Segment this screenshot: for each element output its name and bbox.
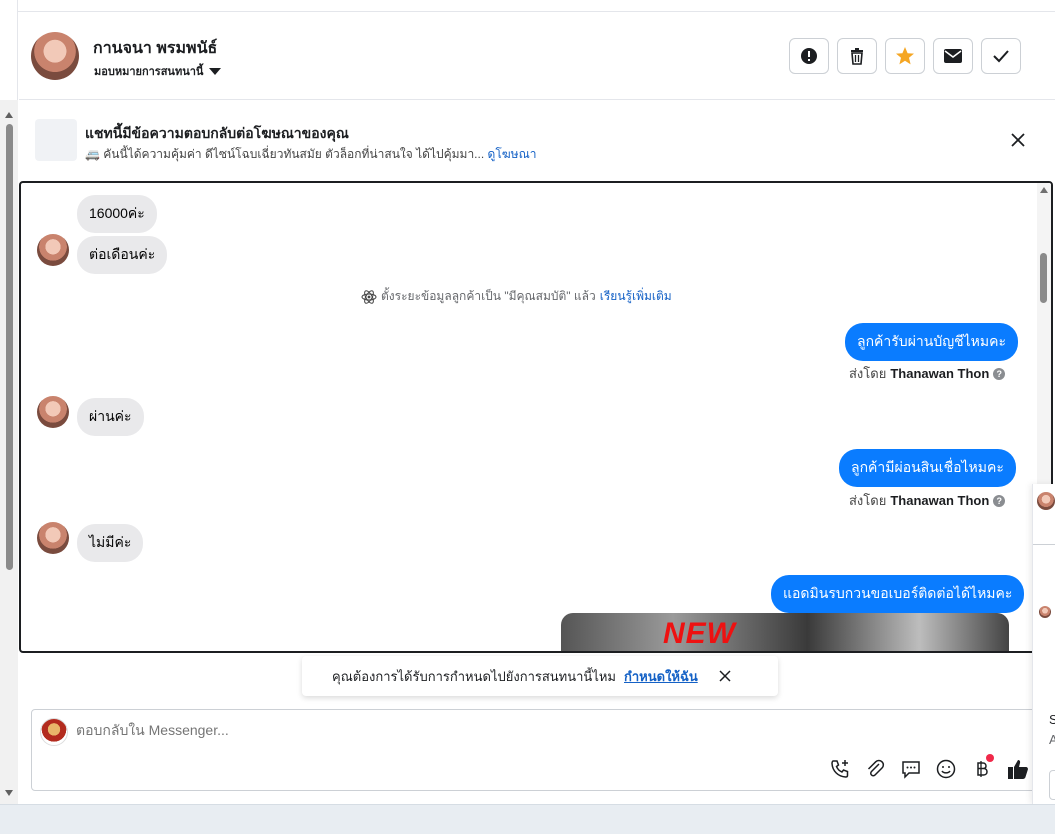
ad-banner-title: แชทนี้มีข้อความตอบกลับต่อโฆษณาของคุณ	[85, 125, 349, 141]
atom-icon	[361, 289, 377, 304]
phone-plus-icon	[831, 760, 849, 778]
contact-avatar[interactable]	[31, 32, 79, 80]
outgoing-message[interactable]: ลูกค้ามีผ่อนสินเชื่อไหมคะ	[839, 449, 1016, 487]
help-icon[interactable]: ?	[993, 494, 1006, 507]
ad-reply-banner: แชทนี้มีข้อความตอบกลับต่อโฆษณาของคุณ 🚐 ค…	[19, 101, 1055, 179]
trash-icon	[851, 48, 863, 65]
sent-by-label: ส่งโดย Thanawan Thon ?	[849, 490, 1006, 511]
contact-avatar-small[interactable]	[37, 234, 69, 266]
envelope-icon	[944, 49, 962, 63]
paperclip-icon	[867, 759, 885, 777]
incoming-message[interactable]: 16000ค่ะ	[77, 195, 157, 233]
learn-more-link[interactable]: เรียนรู้เพิ่มเติม	[600, 287, 672, 306]
scroll-down-arrow-icon[interactable]	[5, 790, 13, 796]
view-ad-link[interactable]: ดูโฆษณา	[488, 147, 537, 161]
contact-avatar-small[interactable]	[37, 522, 69, 554]
mark-done-button[interactable]	[981, 38, 1021, 74]
incoming-message[interactable]: ผ่านค่ะ	[77, 398, 144, 436]
mark-spam-button[interactable]	[789, 38, 829, 74]
notification-dot	[986, 754, 994, 762]
image-caption: NEW	[663, 617, 736, 650]
exclamation-circle-icon	[801, 48, 817, 64]
system-notice-text: ตั้งระยะข้อมูลลูกค้าเป็น "มีคุณสมบัติ" แ…	[381, 289, 596, 303]
top-strip	[18, 0, 1055, 12]
reply-composer	[31, 709, 1051, 791]
page-scrollbar[interactable]	[0, 100, 18, 804]
delete-button[interactable]	[837, 38, 877, 74]
saved-replies-button[interactable]	[899, 758, 923, 780]
ad-text: 🚐 คันนี้ได้ความคุ้มค่า ดีไซน์โฉบเฉี่ยวทั…	[85, 147, 485, 161]
taskbar	[0, 804, 1055, 834]
divider	[1033, 544, 1055, 545]
sent-by-label: ส่งโดย Thanawan Thon ?	[849, 363, 1006, 384]
close-icon[interactable]	[718, 669, 732, 683]
scrollbar-thumb[interactable]	[1040, 253, 1047, 303]
assign-prompt-text: คุณต้องการได้รับการกำหนดไปยังการสนทนานี้…	[332, 668, 616, 684]
assign-to-me-link[interactable]: กำหนดให้ฉัน	[624, 666, 698, 687]
incoming-message[interactable]: ต่อเดือนค่ะ	[77, 236, 168, 274]
smiley-icon	[936, 759, 956, 779]
like-button[interactable]	[1006, 758, 1030, 780]
assign-prompt-toast: คุณต้องการได้รับการกำหนดไปยังการสนทนานี้…	[302, 656, 778, 696]
call-button[interactable]	[828, 758, 852, 780]
outgoing-message[interactable]: แอดมินรบกวนขอเบอร์ติดต่อได้ไหมคะ	[771, 575, 1025, 613]
checkmark-icon	[993, 50, 1009, 63]
ad-thumbnail[interactable]	[35, 119, 77, 161]
ad-banner-text: 🚐 คันนี้ได้ความคุ้มค่า ดีไซน์โฉบเฉี่ยวทั…	[85, 145, 536, 164]
close-icon[interactable]	[1009, 131, 1027, 149]
caret-down-icon	[209, 67, 222, 75]
assign-label: มอบหมายการสนทนานี้	[94, 66, 204, 78]
assign-conversation-dropdown[interactable]: มอบหมายการสนทนานี้	[94, 62, 222, 80]
emoji-button[interactable]	[934, 758, 958, 780]
conversation-header: กานจนา พรมพนัธ์ มอบหมายการสนทนานี้	[19, 12, 1055, 100]
side-panel-text: S	[1049, 712, 1055, 727]
chat-bubble-icon	[902, 761, 920, 779]
sent-by-prefix: ส่งโดย	[849, 493, 887, 508]
scrollbar-thumb[interactable]	[6, 124, 13, 570]
contact-avatar-small[interactable]	[37, 396, 69, 428]
side-panel-subtext: A	[1049, 732, 1055, 747]
page-avatar	[40, 718, 68, 746]
side-panel-peek[interactable]: S A	[1032, 484, 1055, 804]
side-panel-button[interactable]	[1049, 770, 1055, 800]
mark-unread-button[interactable]	[933, 38, 973, 74]
reply-input[interactable]	[76, 722, 776, 738]
star-icon	[896, 47, 914, 65]
sent-by-name: Thanawan Thon	[890, 366, 990, 381]
attach-button[interactable]	[863, 758, 887, 780]
sent-by-prefix: ส่งโดย	[849, 366, 887, 381]
contact-name[interactable]: กานจนา พรมพนัธ์	[93, 36, 217, 61]
left-edge	[0, 0, 18, 100]
messenger-inbox-window: กานจนา พรมพนัธ์ มอบหมายการสนทนานี้ แชทนี…	[0, 0, 1055, 834]
system-notice: ตั้งระยะข้อมูลลูกค้าเป็น "มีคุณสมบัติ" แ…	[361, 287, 672, 306]
payment-button[interactable]	[970, 754, 994, 780]
thumbs-up-icon	[1008, 760, 1028, 779]
help-icon[interactable]: ?	[993, 367, 1006, 380]
contact-avatar-small[interactable]	[1037, 492, 1055, 510]
message-thread[interactable]: 16000ค่ะ ต่อเดือนค่ะ ตั้งระยะข้อมูลลูกค้…	[19, 181, 1053, 653]
contact-avatar-small[interactable]	[1039, 606, 1051, 618]
incoming-message[interactable]: ไม่มีค่ะ	[77, 524, 144, 562]
sent-by-name: Thanawan Thon	[890, 493, 990, 508]
star-button[interactable]	[885, 38, 925, 74]
car-image-attachment[interactable]: NEW	[561, 613, 1009, 651]
scroll-up-arrow-icon[interactable]	[5, 112, 13, 118]
outgoing-message[interactable]: ลูกค้ารับผ่านบัญชีไหมคะ	[845, 323, 1019, 361]
scroll-up-arrow-icon[interactable]	[1040, 187, 1048, 193]
